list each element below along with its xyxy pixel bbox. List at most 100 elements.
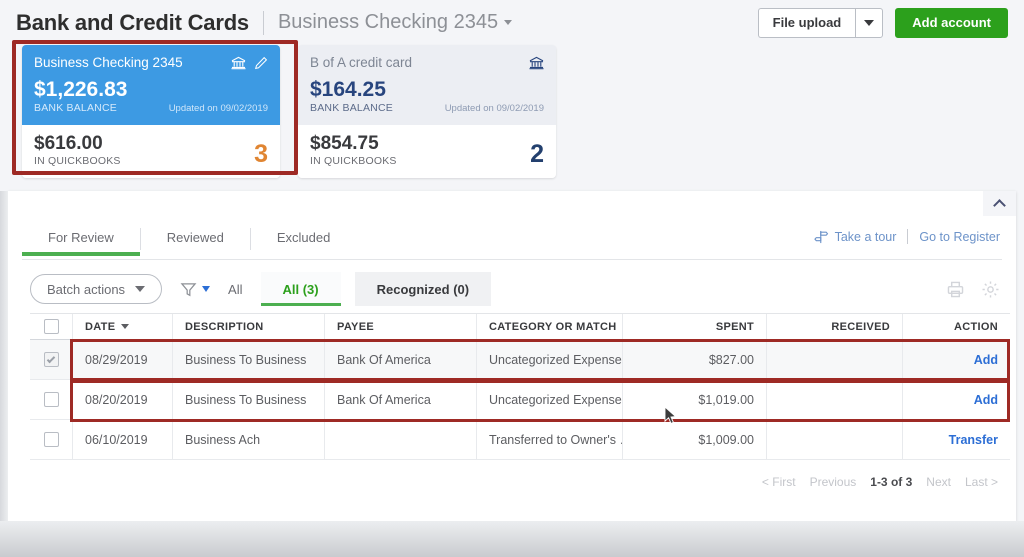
column-header-action: ACTION [902, 314, 1010, 339]
pagination: < First Previous 1-3 of 3 Next Last > [762, 475, 998, 489]
account-card-footer: $616.00 IN QUICKBOOKS 3 [22, 125, 280, 178]
transaction-count-badge: 3 [254, 139, 268, 168]
add-transaction-link[interactable]: Add [974, 353, 998, 367]
account-card-title-row: Business Checking 2345 [34, 55, 268, 70]
print-icon[interactable] [946, 280, 965, 299]
bank-balance-label: BANK BALANCE [34, 102, 117, 115]
account-card-title-row: B of A credit card [310, 55, 544, 70]
page-header: Bank and Credit Cards Business Checking … [0, 0, 1024, 45]
column-header-received[interactable]: RECEIVED [766, 314, 902, 339]
column-header-payee[interactable]: PAYEE [324, 314, 476, 339]
cell-spent: $1,009.00 [622, 420, 766, 459]
column-header-spent[interactable]: SPENT [622, 314, 766, 339]
account-bank-balance: $164.25 [310, 78, 386, 101]
pagination-next[interactable]: Next [926, 475, 951, 489]
cell-date: 08/29/2019 [72, 340, 172, 379]
filter-button[interactable] [180, 281, 211, 298]
status-filter-tabs: All (3) Recognized (0) [260, 272, 492, 306]
pagination-last[interactable]: Last > [965, 475, 998, 489]
file-upload-button[interactable]: File upload [757, 7, 856, 38]
cell-date: 08/20/2019 [72, 380, 172, 419]
select-all-checkbox[interactable] [43, 319, 59, 334]
pagination-previous[interactable]: Previous [810, 475, 857, 489]
quickbooks-banking-page: Bank and Credit Cards Business Checking … [0, 0, 1024, 557]
table-row[interactable]: 06/10/2019 Business Ach Transferred to O… [30, 420, 1010, 460]
filter-tab-all[interactable]: All (3) [260, 272, 341, 306]
cell-received [766, 380, 902, 419]
table-row[interactable]: 08/20/2019 Business To Business Bank Of … [30, 380, 1010, 420]
account-selector[interactable]: Business Checking 2345 [277, 11, 513, 34]
cell-category[interactable]: Uncategorized Expense [476, 380, 622, 419]
cell-description: Business Ach [172, 420, 324, 459]
bank-updated-text: Updated on 09/02/2019 [444, 103, 544, 115]
bank-icon[interactable] [231, 56, 246, 70]
column-header-category[interactable]: CATEGORY OR MATCH [476, 314, 622, 339]
column-header-date[interactable]: DATE [72, 314, 172, 339]
file-upload-group: File upload [757, 7, 884, 38]
review-tabs: For Review Reviewed Excluded Take a tour… [8, 224, 1016, 260]
chevron-down-icon [504, 20, 513, 25]
tab-label: For Review [48, 230, 114, 245]
account-balance-meta: BANK BALANCE Updated on 09/02/2019 [310, 102, 544, 114]
cell-spent: $827.00 [622, 340, 766, 379]
sort-descending-icon [121, 324, 130, 329]
column-header-label: DATE [85, 320, 116, 333]
header-divider [262, 10, 264, 35]
edit-pencil-icon[interactable] [254, 56, 268, 70]
row-checkbox-cell [30, 340, 72, 379]
cell-received [766, 340, 902, 379]
cell-category[interactable]: Uncategorized Expense [476, 340, 622, 379]
account-card-business-checking[interactable]: Business Checking 2345 $1,226.83 BANK BA… [22, 45, 280, 178]
row-checkbox-cell [30, 420, 72, 459]
tab-excluded[interactable]: Excluded [251, 224, 356, 256]
gear-icon[interactable] [981, 280, 1000, 299]
bottom-gutter [0, 521, 1024, 557]
header-actions: File upload Add account [757, 7, 1008, 38]
file-upload-dropdown-button[interactable] [855, 7, 884, 38]
add-transaction-link[interactable]: Add [974, 393, 998, 407]
pagination-first[interactable]: < First [762, 475, 796, 489]
account-balance-meta: BANK BALANCE Updated on 09/02/2019 [34, 102, 268, 114]
filter-tab-recognized[interactable]: Recognized (0) [354, 272, 492, 306]
row-checkbox[interactable] [43, 432, 59, 447]
quickbooks-balance: $854.75 [310, 133, 379, 155]
batch-actions-button[interactable]: Batch actions [30, 274, 163, 304]
tab-for-review[interactable]: For Review [22, 224, 140, 256]
bank-balance-label: BANK BALANCE [310, 102, 393, 115]
row-checkbox-cell [30, 380, 72, 419]
page-title: Bank and Credit Cards [16, 9, 249, 35]
account-card-icons [529, 56, 544, 70]
account-card-header: B of A credit card $164.25 BANK BALANCE … [298, 45, 556, 126]
panel-header-links: Take a tour Go to Register [813, 224, 1016, 244]
row-checkbox[interactable] [43, 392, 59, 407]
account-card-bofa-credit[interactable]: B of A credit card $164.25 BANK BALANCE … [298, 45, 556, 178]
filter-all-label[interactable]: All [228, 282, 242, 297]
cell-payee[interactable]: Bank Of America [324, 340, 476, 379]
account-card-icons [231, 56, 268, 70]
add-account-button[interactable]: Add account [895, 7, 1008, 38]
tab-label: Excluded [276, 230, 331, 245]
table-row[interactable]: 08/29/2019 Business To Business Bank Of … [30, 340, 1010, 380]
take-a-tour-link[interactable]: Take a tour [813, 230, 896, 244]
tabs-underline [22, 259, 1002, 260]
go-to-register-link[interactable]: Go to Register [919, 230, 1000, 244]
column-header-description[interactable]: DESCRIPTION [172, 314, 324, 339]
quickbooks-balance-label: IN QUICKBOOKS [34, 154, 121, 167]
pagination-range: 1-3 of 3 [870, 475, 913, 489]
transfer-transaction-link[interactable]: Transfer [949, 433, 998, 447]
collapse-panel-button[interactable] [983, 191, 1016, 216]
cell-category[interactable]: Transferred to Owner's … [476, 420, 622, 459]
transactions-table: DATE DESCRIPTION PAYEE CATEGORY OR MATCH… [30, 313, 1010, 460]
checkmark-icon [46, 354, 56, 363]
links-divider [907, 229, 909, 244]
account-card-name: B of A credit card [310, 55, 413, 70]
bank-icon[interactable] [529, 56, 544, 70]
tab-reviewed[interactable]: Reviewed [141, 224, 250, 256]
account-selector-label: Business Checking 2345 [277, 11, 499, 33]
tab-label: Reviewed [166, 230, 224, 245]
cell-payee[interactable]: Bank Of America [324, 380, 476, 419]
transactions-toolbar: Batch actions All All (3) Recognized (0) [8, 265, 1016, 313]
quickbooks-balance: $616.00 [34, 133, 103, 155]
cell-payee[interactable] [324, 420, 476, 459]
row-checkbox[interactable] [43, 352, 59, 367]
